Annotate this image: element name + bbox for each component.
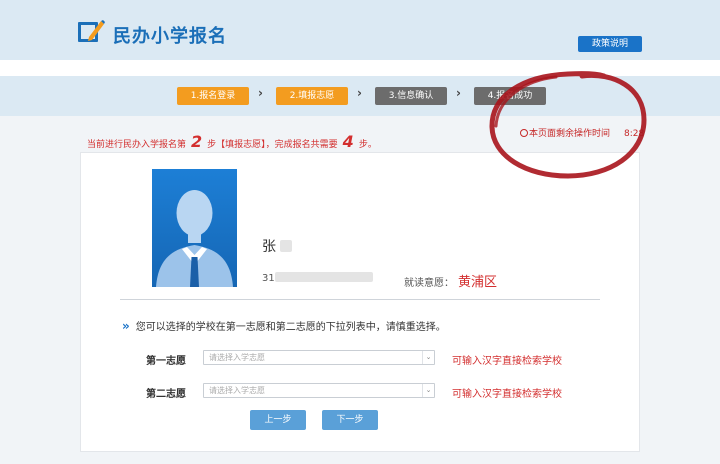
first-choice-select[interactable]: 请选择入学志愿 ⌄ [203,350,435,365]
student-name: 张 [262,236,292,256]
student-photo [152,169,237,287]
progress-suffix: 步。 [358,140,377,150]
chevron-down-icon[interactable]: ⌄ [422,384,434,397]
intent-district: 黄浦区 [458,275,498,290]
chevron-down-icon[interactable]: ⌄ [422,351,434,364]
student-id-text: 31 [262,273,275,284]
step-1: 1.报名登录 [177,87,249,105]
chevron-right-icon: › [258,86,263,100]
red-circle-annotation [489,71,647,179]
step-3: 3.信息确认 [375,87,447,105]
progress-notice: 当前进行民办入学报名第 2 步【填报志愿】，完成报名共需要 4 步。 [87,132,377,151]
intent-label: 就读意愿： [404,278,454,289]
instruction-text: 您可以选择的学校在第一志愿和第二志愿的下拉列表中，请慎重选择。 [135,322,446,333]
progress-middle: 步【填报志愿】，完成报名共需要 [207,140,338,150]
section-divider [120,299,600,300]
second-choice-label: 第二志愿 [146,389,186,400]
enrollment-intent: 就读意愿： 黄浦区 [404,271,497,290]
pencil-book-icon [78,20,105,42]
progress-prefix: 当前进行民办入学报名第 [87,140,187,150]
current-step-number: 2 [191,132,203,151]
redacted-id [274,272,373,282]
chevron-right-icon: › [357,86,362,100]
step-2: 2.填报志愿 [276,87,348,105]
second-choice-hint: 可输入汉字直接检索学校 [452,389,562,400]
site-title: 民办小学报名 [113,26,227,47]
chevron-right-icon: › [456,86,461,100]
next-step-button[interactable]: 下一步 [322,410,378,430]
double-chevron-icon: » [122,319,130,333]
policy-button[interactable]: 政策说明 [578,36,642,52]
prev-step-button[interactable]: 上一步 [250,410,306,430]
total-steps-number: 4 [342,132,354,151]
first-choice-hint: 可输入汉字直接检索学校 [452,356,562,367]
second-choice-select[interactable]: 请选择入学志愿 ⌄ [203,383,435,398]
student-id: 31 [262,272,373,284]
student-name-text: 张 [262,239,276,255]
second-choice-placeholder: 请选择入学志愿 [209,386,265,395]
header: 民办小学报名 政策说明 [0,0,720,60]
first-choice-label: 第一志愿 [146,356,186,367]
redacted-name [280,240,292,252]
instruction: » 您可以选择的学校在第一志愿和第二志愿的下拉列表中，请慎重选择。 [122,318,446,333]
first-choice-placeholder: 请选择入学志愿 [209,353,265,362]
